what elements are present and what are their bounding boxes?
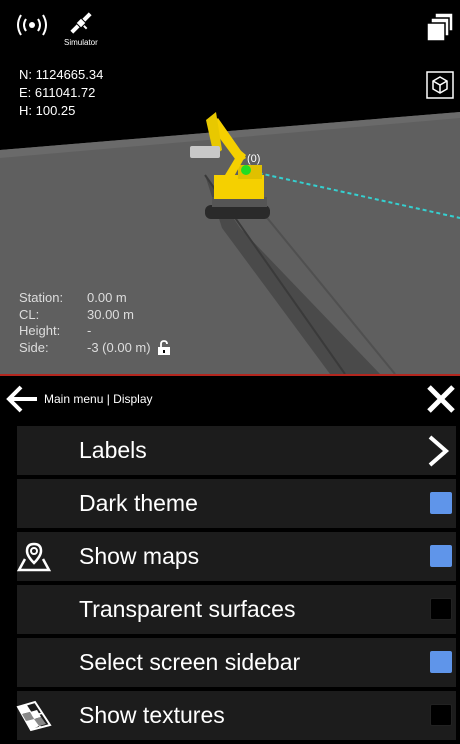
satellite-status[interactable]: Simulator [64, 10, 98, 47]
cl-row: CL: 30.00 m [19, 307, 172, 324]
height-value: - [87, 323, 92, 338]
map-pin-icon [14, 539, 54, 575]
menu-item-label: Transparent surfaces [79, 596, 296, 622]
signal-icon[interactable] [14, 10, 50, 45]
texture-icon [14, 698, 54, 734]
transparent-surfaces-checkbox[interactable] [430, 598, 452, 620]
northing: N: 1124665.34 [19, 67, 104, 82]
select-screen-sidebar-checkbox[interactable] [430, 651, 452, 673]
menu-header: Main menu | Display [0, 376, 460, 422]
station-value: 0.00 m [87, 290, 127, 305]
machine-marker [241, 165, 251, 175]
dark-theme-checkbox[interactable] [430, 492, 452, 514]
menu-item-label: Select screen sidebar [79, 649, 301, 675]
height: H: 100.25 [19, 103, 76, 118]
layers-icon[interactable] [426, 12, 454, 47]
back-arrow-icon [6, 385, 37, 413]
menu-item-label: Dark theme [79, 490, 198, 516]
menu-list: Labels Dark theme Show maps Transparent … [0, 426, 460, 744]
menu-item-dark-theme[interactable]: Dark theme [0, 479, 460, 528]
machine-marker-label: (0) [247, 153, 261, 165]
menu-item-label: Show textures [79, 702, 225, 728]
menu-item-labels[interactable]: Labels [0, 426, 460, 475]
coordinates-readout: N: 1124665.34 E: 611041.72 H: 100.25 [19, 66, 103, 120]
menu-item-select-screen-sidebar[interactable]: Select screen sidebar [0, 638, 460, 687]
menu-item-show-maps[interactable]: Show maps [0, 532, 460, 581]
station-key: Station: [19, 290, 64, 305]
menu-item-transparent-surfaces[interactable]: Transparent surfaces [0, 585, 460, 634]
back-button[interactable] [0, 376, 44, 422]
simulator-label: Simulator [64, 38, 98, 47]
menu-item-label: Show maps [79, 543, 200, 569]
breadcrumb: Main menu | Display [44, 392, 153, 406]
side-value: -3 (0.00 m) [87, 339, 151, 355]
lock-icon[interactable] [156, 339, 172, 356]
cl-value: 30.00 m [87, 306, 134, 322]
station-row: Station: 0.00 m [19, 290, 172, 307]
cl-key: CL: [19, 306, 40, 322]
height-key: Height: [19, 323, 61, 338]
chevron-right-icon [428, 435, 450, 467]
easting: E: 611041.72 [19, 85, 96, 100]
show-maps-checkbox[interactable] [430, 545, 452, 567]
height-row: Height: - [19, 323, 172, 340]
station-info: Station: 0.00 m CL: 30.00 m Height: - Si… [19, 290, 172, 356]
close-button[interactable] [424, 382, 458, 416]
satellite-icon [70, 12, 92, 34]
menu-item-label: Labels [79, 437, 147, 463]
show-textures-checkbox[interactable] [430, 704, 452, 726]
3d-view-icon[interactable] [426, 71, 454, 104]
side-row: Side: -3 (0.00 m) [19, 340, 172, 357]
map-viewport[interactable]: Simulator N: 1124665.34 E: 611041.72 H: … [0, 0, 460, 376]
menu-item-show-textures[interactable]: Show textures [0, 691, 460, 740]
side-key: Side: [19, 339, 49, 355]
close-icon [427, 385, 455, 413]
